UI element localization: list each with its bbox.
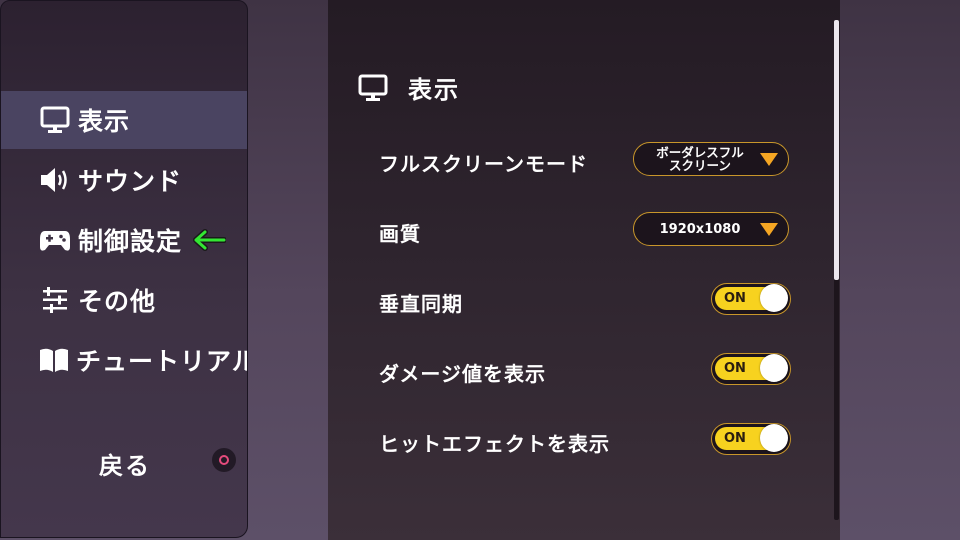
book-icon bbox=[38, 343, 70, 377]
settings-panel: 表示 フルスクリーンモード ボーダレスフル スクリーン 画質 1920x1080… bbox=[328, 0, 840, 540]
toggle-knob bbox=[760, 354, 788, 382]
toggle-track: ON bbox=[715, 284, 788, 312]
setting-damage-display: ダメージ値を表示 ON bbox=[328, 345, 808, 395]
resolution-dropdown[interactable]: 1920x1080 bbox=[633, 212, 789, 246]
green-arrow-icon bbox=[192, 229, 227, 251]
dropdown-arrow-icon bbox=[760, 222, 778, 236]
section-title: 表示 bbox=[408, 76, 460, 104]
dropdown-value: ボーダレスフル スクリーン bbox=[656, 145, 744, 173]
vsync-toggle[interactable]: ON bbox=[711, 283, 791, 315]
toggle-state: ON bbox=[724, 291, 746, 306]
sidebar-item-other[interactable]: その他 bbox=[1, 271, 247, 329]
sidebar-item-tutorial[interactable]: チュートリアル bbox=[1, 331, 248, 389]
scrollbar[interactable] bbox=[834, 20, 839, 520]
monitor-icon bbox=[38, 103, 72, 137]
back-button[interactable]: 戻る bbox=[1, 436, 247, 486]
hit-effect-toggle[interactable]: ON bbox=[711, 423, 791, 455]
setting-hit-effect: ヒットエフェクトを表示 ON bbox=[328, 415, 808, 465]
setting-vsync: 垂直同期 ON bbox=[328, 275, 808, 325]
sidebar-item-label: その他 bbox=[78, 287, 157, 316]
sidebar-item-label: チュートリアル bbox=[76, 347, 248, 376]
setting-label: ダメージ値を表示 bbox=[379, 362, 546, 386]
setting-label: ヒットエフェクトを表示 bbox=[379, 432, 610, 456]
sidebar-item-display[interactable]: 表示 bbox=[1, 91, 247, 149]
sidebar: 表示 サウンド 制御設定 その他 チュートリアル 戻る bbox=[0, 0, 248, 538]
sidebar-item-label: サウンド bbox=[78, 167, 183, 196]
toggle-state: ON bbox=[724, 431, 746, 446]
toggle-track: ON bbox=[715, 354, 788, 382]
setting-fullscreen-mode: フルスクリーンモード ボーダレスフル スクリーン bbox=[328, 135, 808, 185]
sidebar-item-label: 制御設定 bbox=[78, 227, 183, 256]
dropdown-arrow-icon bbox=[760, 152, 778, 166]
dropdown-value: 1920x1080 bbox=[659, 221, 741, 237]
back-label: 戻る bbox=[99, 452, 151, 480]
damage-display-toggle[interactable]: ON bbox=[711, 353, 791, 385]
sidebar-item-sound[interactable]: サウンド bbox=[1, 151, 247, 209]
setting-label: フルスクリーンモード bbox=[379, 152, 588, 176]
toggle-track: ON bbox=[715, 424, 788, 452]
setting-resolution: 画質 1920x1080 bbox=[328, 205, 808, 255]
sliders-icon bbox=[38, 283, 72, 317]
sidebar-item-controls[interactable]: 制御設定 bbox=[1, 211, 247, 269]
monitor-icon bbox=[358, 72, 390, 104]
circle-button-icon bbox=[212, 448, 236, 472]
gamepad-icon bbox=[38, 223, 72, 257]
setting-label: 垂直同期 bbox=[379, 292, 463, 316]
sidebar-item-label: 表示 bbox=[78, 107, 131, 136]
speaker-icon bbox=[38, 163, 72, 197]
toggle-knob bbox=[760, 424, 788, 452]
section-header: 表示 bbox=[358, 70, 460, 105]
toggle-knob bbox=[760, 284, 788, 312]
toggle-state: ON bbox=[724, 361, 746, 376]
fullscreen-mode-dropdown[interactable]: ボーダレスフル スクリーン bbox=[633, 142, 789, 176]
scrollbar-thumb[interactable] bbox=[834, 20, 839, 280]
setting-label: 画質 bbox=[379, 222, 421, 246]
